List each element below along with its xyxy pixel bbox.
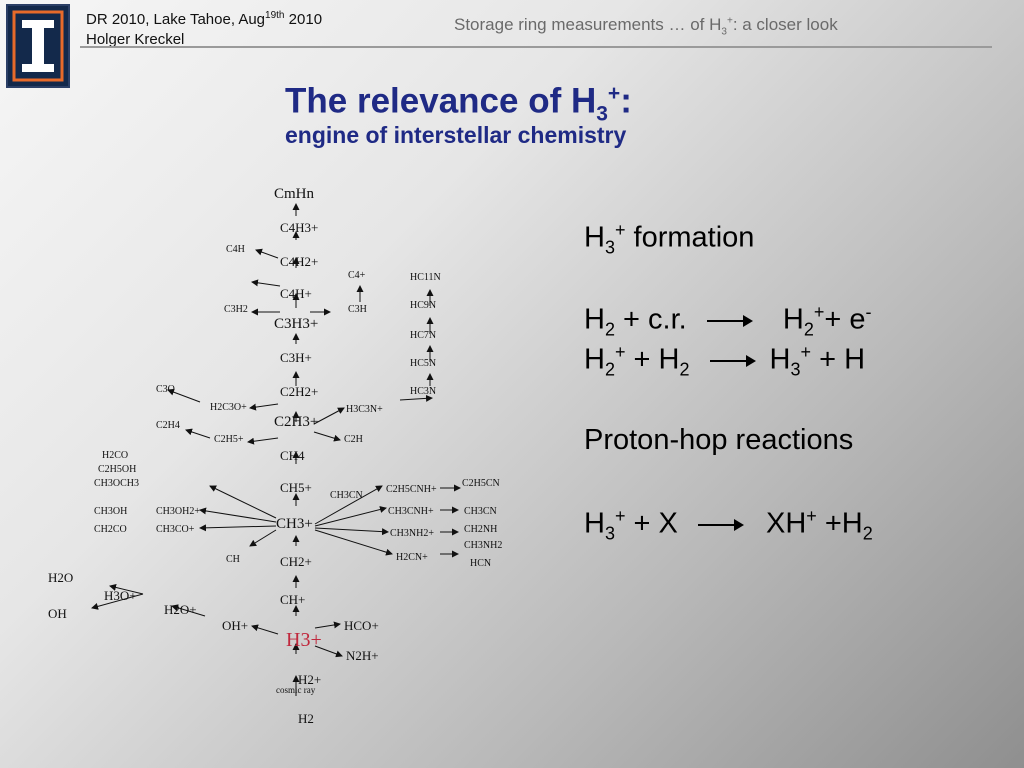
node-ch4: CH4 xyxy=(280,448,305,463)
node-ch3oh2p: CH3OH2+ xyxy=(156,506,200,517)
chemistry-network-diagram: H2 cosmic ray H2+ H3+ HCO+ N2H+ OH+ H2O+… xyxy=(48,186,502,726)
node-hc9n: HC9N xyxy=(410,300,436,311)
node-c2h2p: C2H2+ xyxy=(280,384,318,399)
node-ch3och3: CH3OCH3 xyxy=(94,478,139,489)
node-n2hp: N2H+ xyxy=(346,648,379,663)
node-ch3oh: CH3OH xyxy=(94,506,127,517)
node-ch3cnhp: CH3CNH+ xyxy=(388,506,434,517)
arrow-icon xyxy=(709,355,756,367)
header-conference: DR 2010, Lake Tahoe, Aug19th 2010 Holger… xyxy=(86,10,323,48)
node-h3cnp: H3C3N+ xyxy=(346,404,383,415)
node-ch2nh: CH2NH xyxy=(464,524,497,535)
node-h2op: H2O+ xyxy=(164,602,197,617)
node-c2h5cnhp: C2H5CNH+ xyxy=(386,484,437,495)
node-h2co: H2CO xyxy=(102,450,128,461)
node-c4h2p: C4H2+ xyxy=(280,254,318,269)
node-ch3p: CH3+ xyxy=(276,516,313,532)
node-c2h4: C2H4 xyxy=(156,420,180,431)
node-c4hp: C4H+ xyxy=(280,286,312,301)
node-c2h5p: C2H5+ xyxy=(214,434,244,445)
node-ch3nh2: CH3NH2 xyxy=(464,540,502,551)
arrow-icon xyxy=(706,315,753,327)
slide-subtitle: engine of interstellar chemistry xyxy=(285,122,627,148)
node-ch5p: CH5+ xyxy=(280,480,312,495)
node-c2h3p: C2H3+ xyxy=(274,414,318,430)
reaction-3: H3+ + X XH+ +H2 xyxy=(584,506,873,544)
node-c2h5cn: C2H5CN xyxy=(462,478,500,489)
node-c3h: C3H xyxy=(348,304,367,315)
node-h2: H2 xyxy=(298,711,314,726)
node-ch3cn: CH3CN xyxy=(330,490,363,501)
arrow-icon xyxy=(697,519,744,531)
node-hc11n: HC11N xyxy=(410,272,441,283)
node-ch2p: CH2+ xyxy=(280,554,312,569)
node-h2c3op: H2C3O+ xyxy=(210,402,247,413)
node-oh: OH xyxy=(48,606,67,621)
node-h2p: H2+ xyxy=(298,672,321,687)
header-divider xyxy=(80,46,992,48)
node-c3hp: C3H+ xyxy=(280,350,312,365)
header-topic: Storage ring measurements … of H3+: a cl… xyxy=(454,15,838,38)
node-c3h2: C3H2 xyxy=(224,304,248,315)
formation-heading: H3+ formation xyxy=(584,220,755,258)
node-c4h3p: C4H3+ xyxy=(280,220,318,235)
node-hc7n: HC7N xyxy=(410,330,436,341)
node-hcn: HCN xyxy=(470,558,491,569)
node-hcop: HCO+ xyxy=(344,618,379,633)
node-h2cnp: H2CN+ xyxy=(396,552,428,563)
node-c4p: C4+ xyxy=(348,270,366,281)
node-ch: CH xyxy=(226,554,240,565)
node-chp: CH+ xyxy=(280,592,305,607)
university-logo xyxy=(6,4,70,88)
node-ch3cop: CH3CO+ xyxy=(156,524,195,535)
node-hc3n: HC3N xyxy=(410,386,436,397)
node-hc5n: HC5N xyxy=(410,358,436,369)
node-cmhn: CmHn xyxy=(274,186,315,202)
node-h3op: H3O+ xyxy=(104,588,137,603)
node-ohp: OH+ xyxy=(222,618,248,633)
node-h3p: H3+ xyxy=(286,629,322,651)
node-ch2co: CH2CO xyxy=(94,524,127,535)
node-c3h3p: C3H3+ xyxy=(274,316,318,332)
reaction-1: H2 + c.r. H2++ e- xyxy=(584,302,872,340)
node-h2o: H2O xyxy=(48,570,73,585)
node-ch3cn2: CH3CN xyxy=(464,506,497,517)
node-c2h: C2H xyxy=(344,434,363,445)
node-c3o: C3O xyxy=(156,384,175,395)
node-c4h: C4H xyxy=(226,244,245,255)
node-ch3nh2p: CH3NH2+ xyxy=(390,528,434,539)
reaction-2: H2+ + H2 H3+ + H xyxy=(584,342,866,380)
proton-hop-heading: Proton-hop reactions xyxy=(584,424,854,456)
node-c2h5oh: C2H5OH xyxy=(98,464,136,475)
